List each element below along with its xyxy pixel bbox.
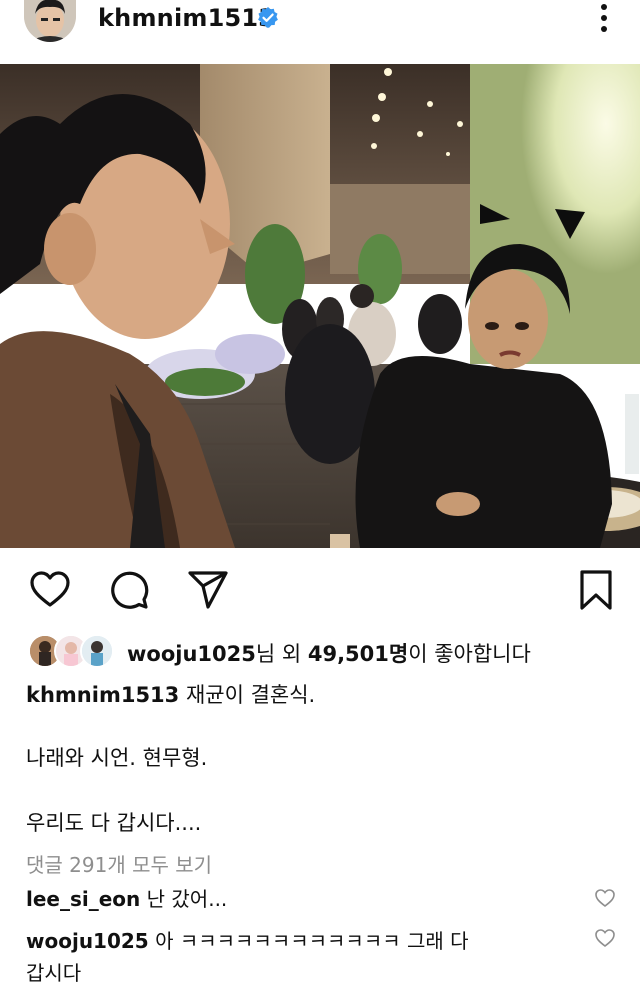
likes-text[interactable]: wooju1025님 외 49,501명이 좋아합니다: [127, 638, 531, 668]
liker-avatar: [80, 634, 114, 668]
caption-line: 나래와 시언. 현무형.: [26, 746, 208, 770]
comment-user[interactable]: wooju1025: [26, 929, 149, 953]
post-header: khmnim1513: [0, 0, 640, 64]
comment-item: lee_si_eon 난 갔어...: [26, 883, 546, 915]
heart-icon[interactable]: [28, 568, 72, 612]
send-icon[interactable]: [186, 568, 230, 612]
post-photo[interactable]: [0, 64, 640, 548]
comment-icon[interactable]: [107, 568, 151, 612]
caption-line: khmnim1513 재균이 결혼식.: [26, 680, 315, 710]
comment-text: 난 갔어...: [140, 887, 228, 911]
likes-user[interactable]: wooju1025: [127, 642, 256, 666]
comment-text-cont: 갑시다: [26, 961, 82, 985]
bookmark-icon[interactable]: [574, 568, 618, 612]
caption-author[interactable]: khmnim1513: [26, 683, 179, 707]
post-username[interactable]: khmnim1513: [98, 4, 275, 32]
profile-avatar[interactable]: [24, 0, 76, 42]
caption-line: 우리도 다 갑시다....: [26, 811, 202, 835]
more-vertical-icon[interactable]: [592, 2, 616, 36]
comment-like-icon[interactable]: [594, 927, 616, 949]
action-bar: [0, 548, 640, 628]
comment-user[interactable]: lee_si_eon: [26, 887, 140, 911]
likes-row[interactable]: wooju1025님 외 49,501명이 좋아합니다: [0, 630, 640, 670]
likes-count[interactable]: 49,501명: [308, 642, 408, 666]
comment-item: wooju1025 아 ㅋㅋㅋㅋㅋㅋㅋㅋㅋㅋㅋㅋ 그래 다 갑시다: [26, 925, 546, 989]
comment-like-icon[interactable]: [594, 887, 616, 909]
caption-text: 재균이 결혼식.: [179, 683, 316, 707]
view-all-comments-link[interactable]: 댓글 291개 모두 보기: [26, 849, 212, 878]
verified-badge-icon: [258, 7, 278, 28]
likes-tail: 이 좋아합니다: [408, 642, 531, 666]
likes-mid: 님 외: [255, 642, 308, 666]
comment-text: 아 ㅋㅋㅋㅋㅋㅋㅋㅋㅋㅋㅋㅋ 그래 다: [148, 929, 469, 953]
